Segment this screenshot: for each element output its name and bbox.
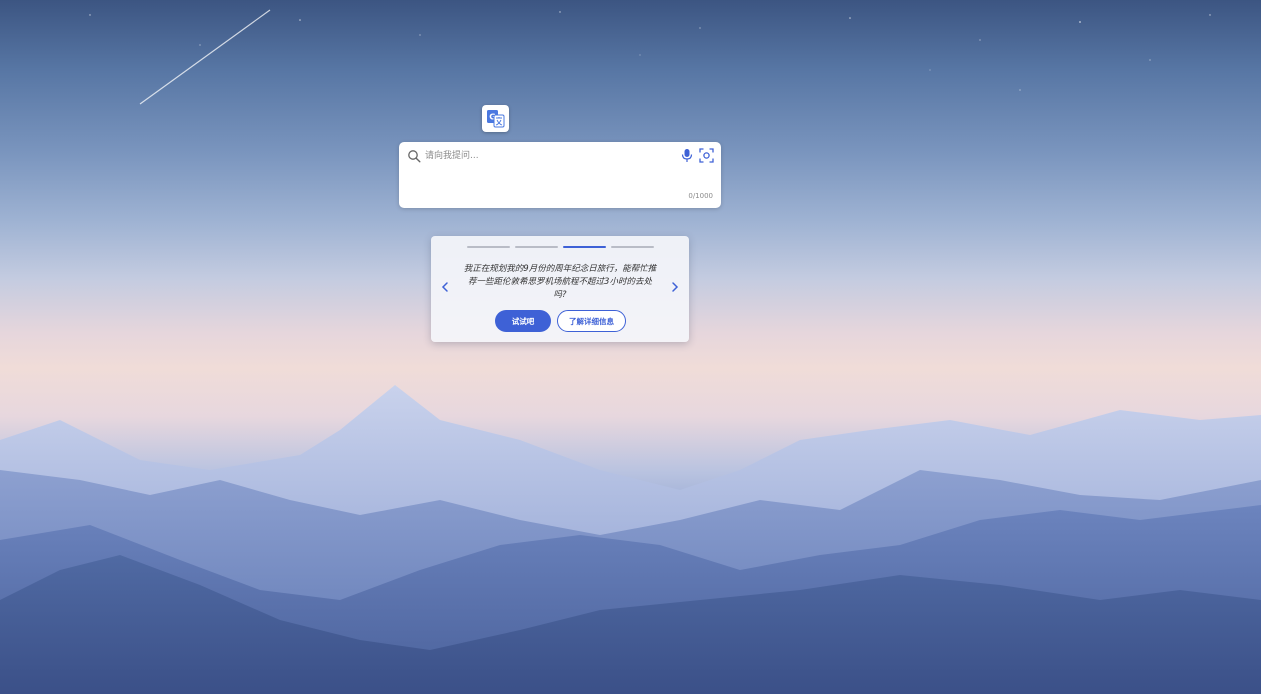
suggestion-card: 我正在规划我的9月份的周年纪念日旅行，能帮忙推荐一些距伦敦希思罗机场航程不超过3… bbox=[431, 236, 689, 342]
search-input[interactable] bbox=[425, 148, 665, 164]
suggestion-prompt: 我正在规划我的9月份的周年纪念日旅行，能帮忙推荐一些距伦敦希思罗机场航程不超过3… bbox=[463, 264, 657, 300]
pagination-dot-active[interactable] bbox=[563, 246, 606, 248]
translate-icon: G bbox=[487, 110, 505, 128]
search-icon bbox=[408, 150, 421, 163]
visual-search-icon[interactable] bbox=[699, 148, 714, 163]
microphone-icon[interactable] bbox=[680, 148, 694, 163]
translate-app-icon[interactable]: G bbox=[482, 105, 509, 132]
try-it-button[interactable]: 试试吧 bbox=[495, 310, 551, 332]
pagination-dot[interactable] bbox=[515, 246, 558, 248]
chevron-left-icon[interactable] bbox=[438, 278, 452, 296]
wallpaper-background bbox=[0, 0, 1261, 694]
search-box: 0/1000 bbox=[399, 142, 721, 208]
mountain-landscape bbox=[0, 9, 1261, 694]
chevron-right-icon[interactable] bbox=[668, 278, 682, 296]
learn-more-button[interactable]: 了解详细信息 bbox=[557, 310, 626, 332]
character-counter: 0/1000 bbox=[688, 192, 713, 200]
pagination-dot[interactable] bbox=[467, 246, 510, 248]
pagination-dot[interactable] bbox=[611, 246, 654, 248]
